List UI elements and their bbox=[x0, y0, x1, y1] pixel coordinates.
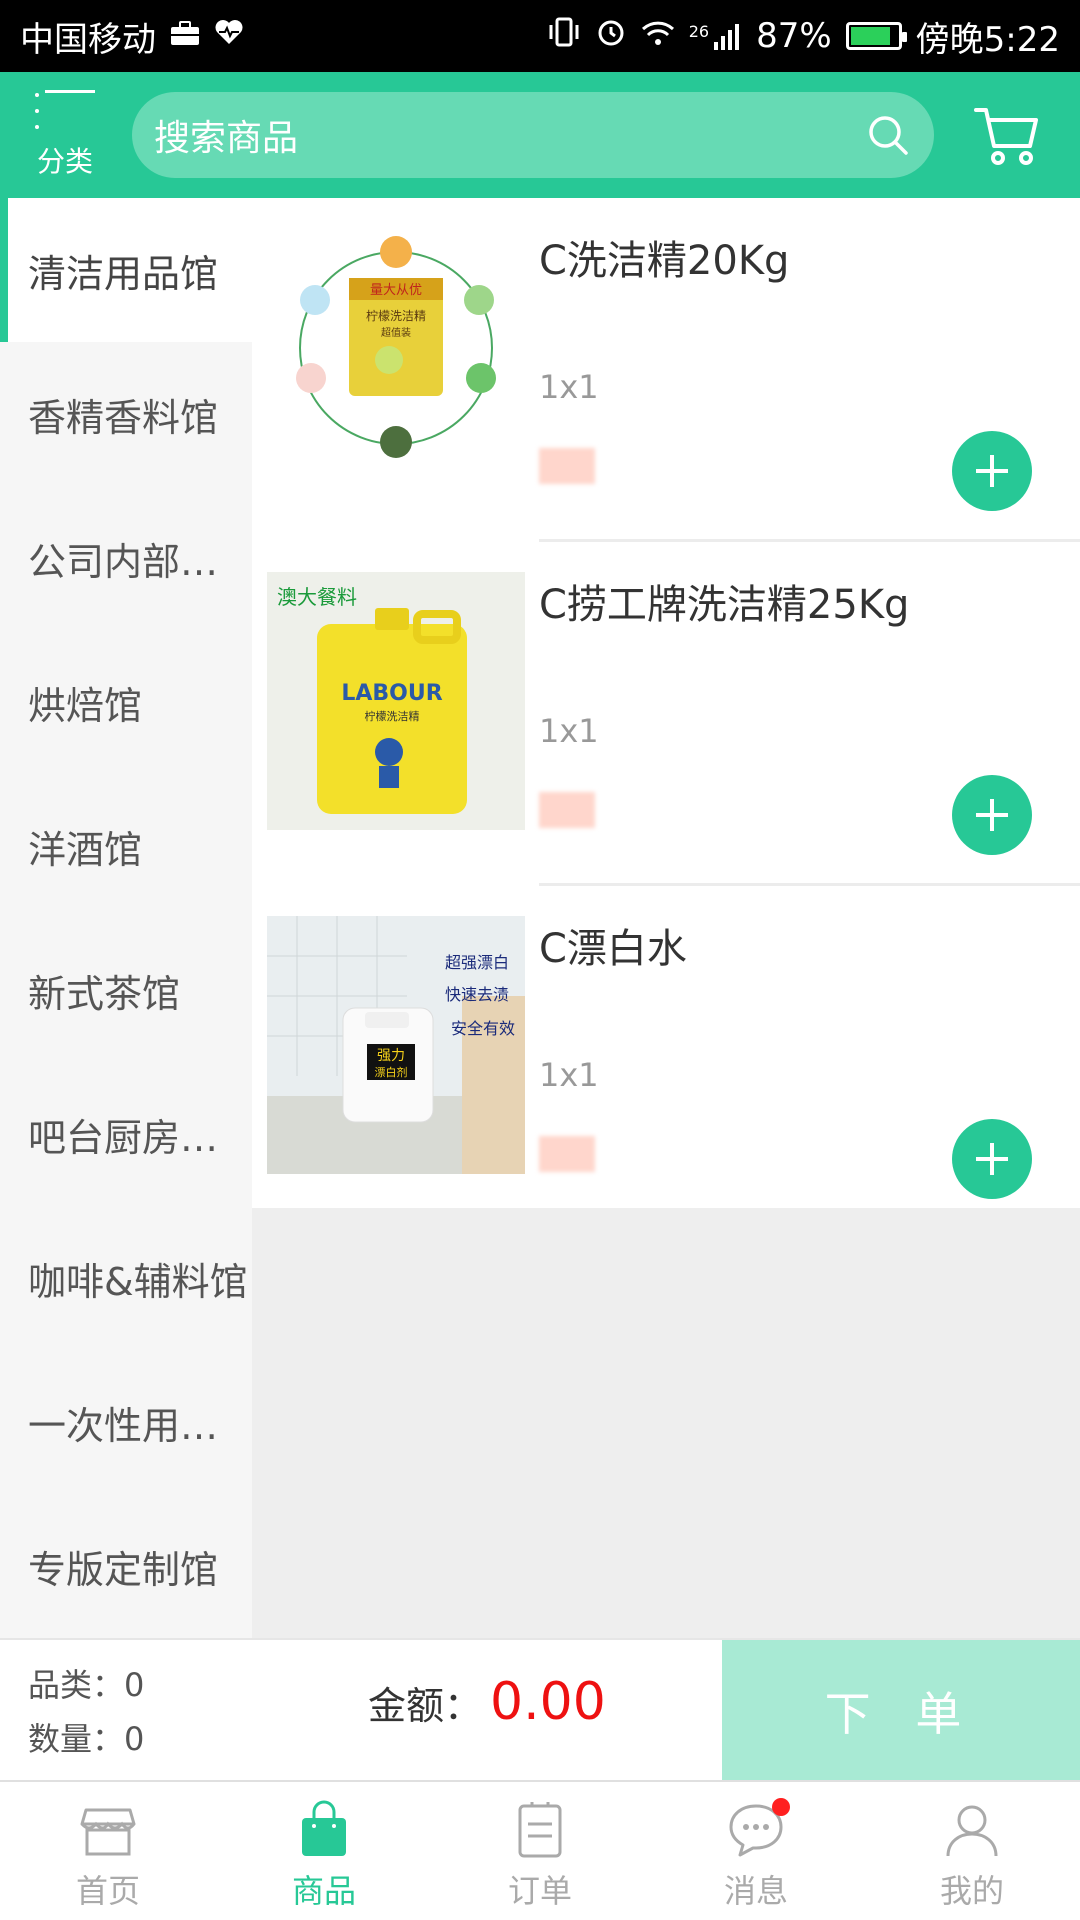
product-item[interactable]: 超强漂白 快速去渍 安全有效 强力 漂白剂 C漂白水 1x1 bbox=[252, 886, 1080, 1208]
add-to-cart-button[interactable] bbox=[952, 1119, 1032, 1199]
sidebar-item-flavor[interactable]: 香精香料馆 bbox=[0, 342, 252, 486]
store-icon bbox=[80, 1808, 136, 1856]
product-image-text: 量大从优 bbox=[370, 283, 422, 298]
place-order-button[interactable]: 下 单 bbox=[722, 1640, 1080, 1782]
quantity-count: 数量：0 bbox=[28, 1720, 145, 1758]
sidebar-item-disposable[interactable]: 一次性用品... bbox=[0, 1350, 252, 1494]
menu-icon bbox=[35, 90, 95, 134]
cart-icon[interactable] bbox=[972, 100, 1042, 170]
tab-me[interactable]: 我的 bbox=[864, 1782, 1080, 1920]
battery-icon bbox=[845, 22, 907, 50]
product-image-text: 澳大餐料 bbox=[277, 585, 357, 609]
tab-orders[interactable]: 订单 bbox=[432, 1782, 648, 1920]
user-icon bbox=[946, 1805, 998, 1857]
total-amount: 金额： 0.00 bbox=[368, 1672, 606, 1732]
sidebar-item-label: 专版定制馆 bbox=[28, 1547, 219, 1592]
product-price-blurred bbox=[539, 1136, 595, 1172]
tab-messages[interactable]: 消息 bbox=[648, 1782, 864, 1920]
status-bar: 中国移动 26 87% 傍晚5:22 bbox=[0, 0, 1080, 72]
product-image-text: 柠檬洗洁精 bbox=[365, 709, 420, 723]
checkout-bar: 品类：0 数量：0 金额： 0.00 下 单 bbox=[0, 1638, 1080, 1782]
product-spec: 1x1 bbox=[539, 1056, 599, 1094]
search-icon[interactable] bbox=[866, 113, 910, 157]
product-image[interactable]: 量大从优 柠檬洗洁精 超值装 bbox=[267, 228, 525, 486]
tab-products[interactable]: 商品 bbox=[216, 1782, 432, 1920]
product-spec: 1x1 bbox=[539, 712, 599, 750]
search-placeholder: 搜索商品 bbox=[154, 118, 299, 159]
product-price-blurred bbox=[539, 792, 595, 828]
cart-stats: 品类：0 数量：0 bbox=[28, 1658, 144, 1766]
wifi-icon bbox=[641, 16, 675, 56]
search-bar[interactable]: 搜索商品 bbox=[132, 92, 934, 178]
vibrate-icon bbox=[547, 16, 581, 56]
clock: 傍晚5:22 bbox=[915, 19, 1060, 60]
tab-label: 订单 bbox=[507, 1872, 572, 1910]
product-name: C捞工牌洗洁精25Kg bbox=[539, 582, 910, 628]
unread-badge bbox=[772, 1798, 790, 1816]
sidebar-item-label: 烘焙馆 bbox=[28, 683, 143, 728]
sidebar-item-internal[interactable]: 公司内部自... bbox=[0, 486, 252, 630]
carrier-label: 中国移动 bbox=[20, 19, 156, 60]
bottom-tab-bar: 首页 商品 订单 消息 我的 bbox=[0, 1780, 1080, 1920]
tab-label: 我的 bbox=[939, 1872, 1004, 1910]
product-price-blurred bbox=[539, 448, 595, 484]
top-header: 分类 搜索商品 bbox=[0, 72, 1080, 198]
product-item[interactable]: 澳大餐料 LABOUR 柠檬洗洁精 C捞工牌洗洁精25Kg 1x1 bbox=[252, 542, 1080, 886]
amount-label: 金额： bbox=[368, 1683, 483, 1728]
sidebar-item-bakery[interactable]: 烘焙馆 bbox=[0, 630, 252, 774]
sidebar-item-label: 新式茶馆 bbox=[28, 971, 181, 1016]
product-image[interactable]: 澳大餐料 LABOUR 柠檬洗洁精 bbox=[267, 572, 525, 830]
tab-label: 首页 bbox=[75, 1872, 140, 1910]
bag-icon bbox=[302, 1800, 346, 1856]
sidebar-item-custom[interactable]: 专版定制馆 bbox=[0, 1494, 252, 1638]
sidebar-item-label: 咖啡&辅料馆 bbox=[28, 1259, 248, 1304]
product-spec: 1x1 bbox=[539, 368, 599, 406]
product-image-text: LABOUR bbox=[341, 681, 442, 706]
battery-percent: 87% bbox=[756, 16, 832, 56]
sidebar-item-label: 清洁用品馆 bbox=[28, 251, 219, 296]
sidebar-item-label: 洋酒馆 bbox=[28, 827, 143, 872]
tab-label: 商品 bbox=[291, 1872, 356, 1910]
category-label: 分类 bbox=[36, 145, 93, 178]
sidebar-item-label: 公司内部自... bbox=[28, 539, 248, 584]
sidebar-item-coffee[interactable]: 咖啡&辅料馆 bbox=[0, 1206, 252, 1350]
sidebar-item-label: 一次性用品... bbox=[28, 1403, 248, 1448]
product-name: C洗洁精20Kg bbox=[539, 238, 790, 284]
product-list: 量大从优 柠檬洗洁精 超值装 C洗洁精20Kg 1x1 澳大餐料 LABOUR … bbox=[252, 198, 1080, 1638]
category-sidebar: 清洁用品馆 香精香料馆 公司内部自... 烘焙馆 洋酒馆 新式茶馆 吧台厨房设.… bbox=[0, 198, 252, 1638]
product-item[interactable]: 量大从优 柠檬洗洁精 超值装 C洗洁精20Kg 1x1 bbox=[252, 198, 1080, 542]
sidebar-item-liquor[interactable]: 洋酒馆 bbox=[0, 774, 252, 918]
sidebar-item-cleaning[interactable]: 清洁用品馆 bbox=[0, 198, 252, 342]
product-image[interactable]: 超强漂白 快速去渍 安全有效 强力 漂白剂 bbox=[267, 916, 525, 1174]
product-image-text: 柠檬洗洁精 bbox=[366, 308, 426, 323]
network-type-label: 26 bbox=[688, 22, 710, 41]
signal-icon: 26 bbox=[689, 22, 742, 50]
product-image-text: 安全有效 bbox=[451, 1019, 515, 1038]
product-image-text: 超强漂白 bbox=[445, 953, 509, 972]
sidebar-item-tea[interactable]: 新式茶馆 bbox=[0, 918, 252, 1062]
product-image-text: 漂白剂 bbox=[375, 1065, 408, 1079]
briefcase-icon bbox=[170, 19, 200, 54]
sidebar-item-bar-kitchen[interactable]: 吧台厨房设... bbox=[0, 1062, 252, 1206]
category-count: 品类：0 bbox=[28, 1666, 145, 1704]
sidebar-item-label: 吧台厨房设... bbox=[28, 1115, 248, 1160]
category-button[interactable]: 分类 bbox=[0, 72, 130, 198]
order-icon bbox=[518, 1802, 562, 1858]
product-name: C漂白水 bbox=[539, 926, 687, 972]
sidebar-item-label: 香精香料馆 bbox=[28, 395, 219, 440]
add-to-cart-button[interactable] bbox=[952, 431, 1032, 511]
add-to-cart-button[interactable] bbox=[952, 775, 1032, 855]
product-image-text: 超值装 bbox=[381, 326, 411, 339]
amount-value: 0.00 bbox=[490, 1672, 606, 1732]
health-heart-icon bbox=[214, 18, 244, 54]
product-image-text: 强力 bbox=[377, 1048, 405, 1064]
alarm-icon bbox=[595, 16, 627, 57]
product-image-text: 快速去渍 bbox=[445, 985, 509, 1004]
tab-label: 消息 bbox=[723, 1872, 788, 1910]
tab-home[interactable]: 首页 bbox=[0, 1782, 216, 1920]
